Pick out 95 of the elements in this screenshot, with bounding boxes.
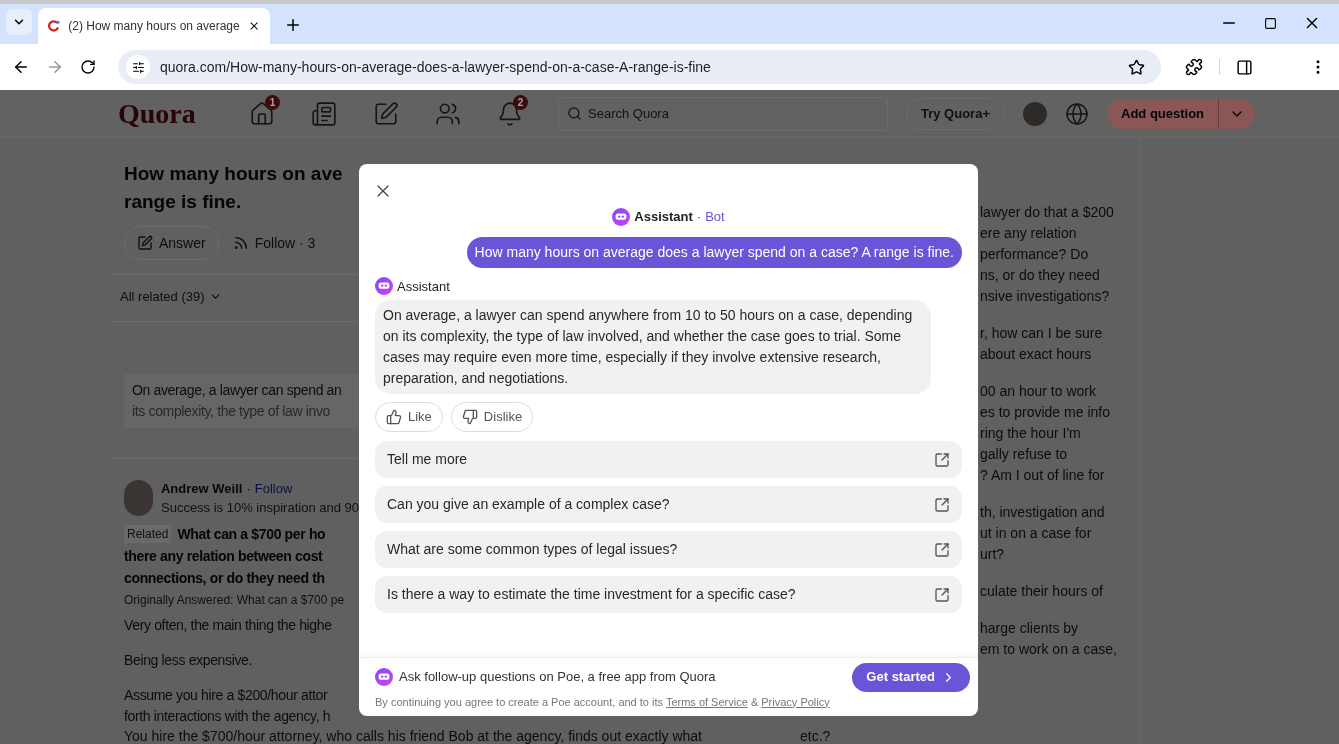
- related-text: ring the hour I'm: [980, 424, 1082, 443]
- related-text: nsive investigations?: [980, 287, 1111, 306]
- related-text: harge clients by: [980, 619, 1080, 638]
- assistant-label: Assistant: [397, 277, 450, 296]
- answer-text: forth interactions with the agency, h: [124, 706, 332, 726]
- follow-link[interactable]: Follow: [254, 478, 293, 498]
- external-link-icon: [934, 586, 950, 603]
- suggested-question[interactable]: What are some common types of legal issues?: [375, 531, 962, 568]
- related-text: ? Am I out of line for: [980, 466, 1106, 485]
- new-tab-icon[interactable]: [284, 16, 302, 34]
- home-icon[interactable]: [249, 100, 275, 127]
- related-text: culate their hours of: [980, 582, 1104, 601]
- separator-dot: ·: [246, 479, 251, 498]
- bot-name: Assistant: [634, 208, 693, 226]
- external-link-icon: [934, 496, 950, 513]
- privacy-link[interactable]: Privacy Policy: [761, 695, 830, 708]
- settings-icon: [131, 60, 145, 74]
- answer-text: Assume you hire a $200/hour attor: [124, 685, 329, 705]
- related-question[interactable]: there any relation between cost: [124, 544, 359, 567]
- list-icon[interactable]: [311, 100, 337, 127]
- related-text: lawyer do that a $200: [980, 203, 1115, 222]
- suggested-question[interactable]: Tell me more: [375, 441, 962, 478]
- feed-icon: [232, 235, 249, 251]
- address-bar[interactable]: quora.com/How-many-hours-on-average-does-a-lawyer-spend-on-a-case-A-range-is-fine: [118, 50, 1161, 84]
- back-icon[interactable]: [12, 58, 30, 76]
- answer-preview[interactable]: On average, a lawyer can spend an its complexity, the type of law invo: [124, 373, 359, 428]
- related-text: about exact hours: [980, 345, 1093, 364]
- get-started-button[interactable]: Get started: [852, 662, 970, 692]
- search-icon: [567, 106, 582, 121]
- search-field[interactable]: Search Quora: [558, 96, 888, 131]
- tab-list-button[interactable]: [6, 9, 32, 35]
- terms-link[interactable]: Terms of Service: [665, 695, 748, 708]
- user-message: How many hours on average does a lawyer spend on a case? A range is fine.: [466, 236, 962, 268]
- related-text: ns, or do they need: [980, 266, 1101, 285]
- site-logo[interactable]: Quora: [118, 92, 222, 135]
- assistant-message: On average, a lawyer can spend anywhere from 10 to 50 hours on a case, depending on its complexity, the type of law involved, and whether the case goes to trial. Some cases may require even more time, especially if they involve extensive research, preparation, and negotiations.: [375, 300, 931, 394]
- related-tag: Related: [124, 525, 172, 543]
- answer-text: Being less expensive.: [124, 650, 254, 670]
- question-title: How many hours on ave: [124, 162, 344, 186]
- answer-text: Very often, the main thing the highe: [124, 615, 333, 635]
- related-text: em to work on a case,: [980, 640, 1118, 659]
- follow-button[interactable]: Follow · 3: [232, 226, 316, 260]
- related-text: r, how can I be sure: [980, 324, 1104, 343]
- tab-title: (2) How many hours on average: [68, 18, 240, 35]
- bookmark-star-icon[interactable]: [1128, 58, 1145, 76]
- search-placeholder: Search Quora: [588, 104, 669, 123]
- separator-dot: ·: [696, 208, 702, 226]
- related-text: ut in on a case for: [980, 524, 1093, 543]
- related-text: ere any relation: [980, 224, 1078, 243]
- pencil-icon[interactable]: [373, 100, 399, 127]
- author-name[interactable]: Andrew Weill: [161, 478, 243, 498]
- question-title: range is fine.: [124, 190, 243, 214]
- site-favicon-icon: [48, 18, 61, 34]
- side-panel-icon[interactable]: [1236, 58, 1253, 76]
- maximize-icon[interactable]: [1264, 16, 1277, 30]
- related-text: etc.?: [800, 728, 831, 744]
- browser-tab[interactable]: (2) How many hours on average: [38, 8, 270, 44]
- chat-bot-icon: [375, 277, 393, 296]
- add-question-button[interactable]: Add question: [1107, 98, 1256, 129]
- promo-text: Ask follow-up questions on Poe, a free app from Quora: [399, 668, 717, 687]
- related-text: performance? Do: [980, 245, 1090, 264]
- bot-tag: Bot: [705, 207, 725, 227]
- external-link-icon: [934, 541, 950, 558]
- suggested-question[interactable]: Is there a way to estimate the time investment for a specific case?: [375, 576, 962, 613]
- related-text: gally refuse to: [980, 445, 1069, 464]
- related-text: urt?: [980, 545, 1006, 564]
- site-info-button[interactable]: [126, 55, 150, 79]
- notification-badge: 1: [265, 94, 280, 110]
- filter-dropdown[interactable]: All related (39): [120, 287, 359, 307]
- related-question[interactable]: connections, or do they need th: [124, 566, 359, 589]
- related-text: th, investigation and: [980, 503, 1106, 522]
- pencil-icon: [137, 235, 153, 251]
- terms-text: By continuing you agree to create a Poe account, and to its Terms of Service & Privacy Policy: [375, 694, 831, 710]
- related-text: 00 an hour to work: [980, 382, 1097, 401]
- suggested-question[interactable]: Can you give an example of a complex case?: [375, 486, 962, 523]
- thumbs-up-icon: [386, 409, 402, 425]
- notification-badge: 2: [513, 94, 528, 110]
- bell-icon[interactable]: [497, 100, 523, 127]
- preview-text: On average, a lawyer can spend an: [132, 380, 343, 400]
- originally-answered: Originally Answered: What can a $700 pe: [124, 591, 346, 609]
- reload-icon[interactable]: [80, 59, 96, 75]
- thumbs-down-icon: [461, 409, 478, 425]
- chat-bot-icon: [375, 668, 393, 686]
- forward-icon[interactable]: [46, 58, 64, 76]
- globe-icon[interactable]: [1065, 101, 1089, 126]
- external-link-icon: [934, 451, 950, 468]
- people-icon[interactable]: [435, 100, 461, 127]
- author-tagline: Success is 10% inspiration and 90: [161, 499, 359, 517]
- preview-text: its complexity, the type of law invo: [132, 401, 331, 421]
- chat-bot-icon: [612, 207, 631, 226]
- related-text: es to provide me info: [980, 403, 1111, 422]
- extensions-icon[interactable]: [1185, 58, 1203, 76]
- answer-text: You hire the $700/hour attorney, who calls his friend Bob at the agency, finds out exactly what: [124, 728, 703, 744]
- related-question[interactable]: What can a $700 per ho: [177, 523, 326, 545]
- url-text: quora.com/How-many-hours-on-average-does-a-lawyer-spend-on-a-case-A-range-is-fine: [160, 57, 712, 77]
